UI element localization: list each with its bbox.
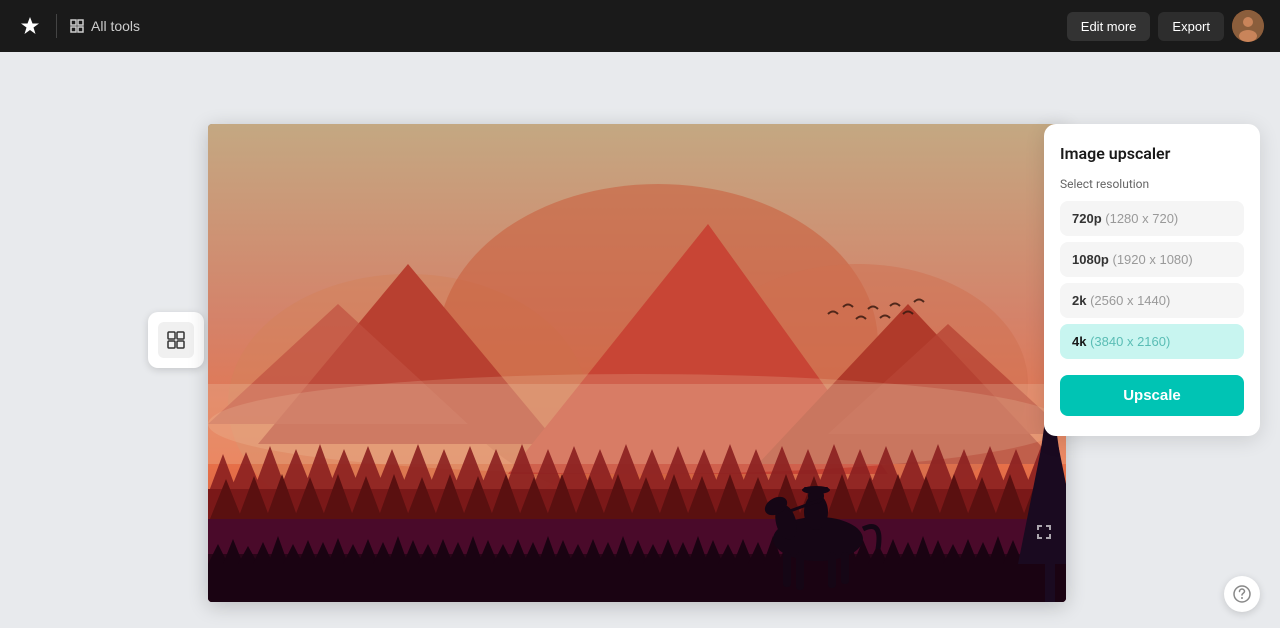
image-toolbar	[148, 312, 204, 368]
avatar[interactable]	[1232, 10, 1264, 42]
logo-icon	[16, 12, 44, 40]
resolution-option-1080p[interactable]: 1080p (1920 x 1080)	[1060, 242, 1244, 277]
image-canvas	[208, 124, 1066, 602]
image-upscaler-panel: Image upscaler Select resolution 720p (1…	[1044, 124, 1260, 436]
all-tools-label: All tools	[91, 18, 140, 34]
resolution-option-2k[interactable]: 2k (2560 x 1440)	[1060, 283, 1244, 318]
resolution-options: 720p (1280 x 720) 1080p (1920 x 1080) 2k (…	[1060, 201, 1244, 359]
export-button[interactable]: Export	[1158, 12, 1224, 41]
resolution-option-4k[interactable]: 4k (3840 x 2160)	[1060, 324, 1244, 359]
help-button[interactable]	[1224, 576, 1260, 612]
fullscreen-button[interactable]	[1030, 518, 1058, 546]
nav-divider	[56, 14, 57, 38]
logo[interactable]	[16, 12, 44, 40]
nav-actions: Edit more Export	[1067, 10, 1264, 42]
all-tools-button[interactable]: All tools	[69, 18, 140, 34]
top-navigation: All tools Edit more Export	[0, 0, 1280, 52]
edit-more-button[interactable]: Edit more	[1067, 12, 1151, 41]
main-area: Current resolution: 850 x 478	[0, 52, 1280, 628]
grid-tool-button[interactable]	[158, 322, 194, 358]
resolution-option-720p[interactable]: 720p (1280 x 720)	[1060, 201, 1244, 236]
panel-title: Image upscaler	[1060, 144, 1244, 163]
select-resolution-label: Select resolution	[1060, 177, 1244, 191]
upscale-button[interactable]: Upscale	[1060, 375, 1244, 416]
